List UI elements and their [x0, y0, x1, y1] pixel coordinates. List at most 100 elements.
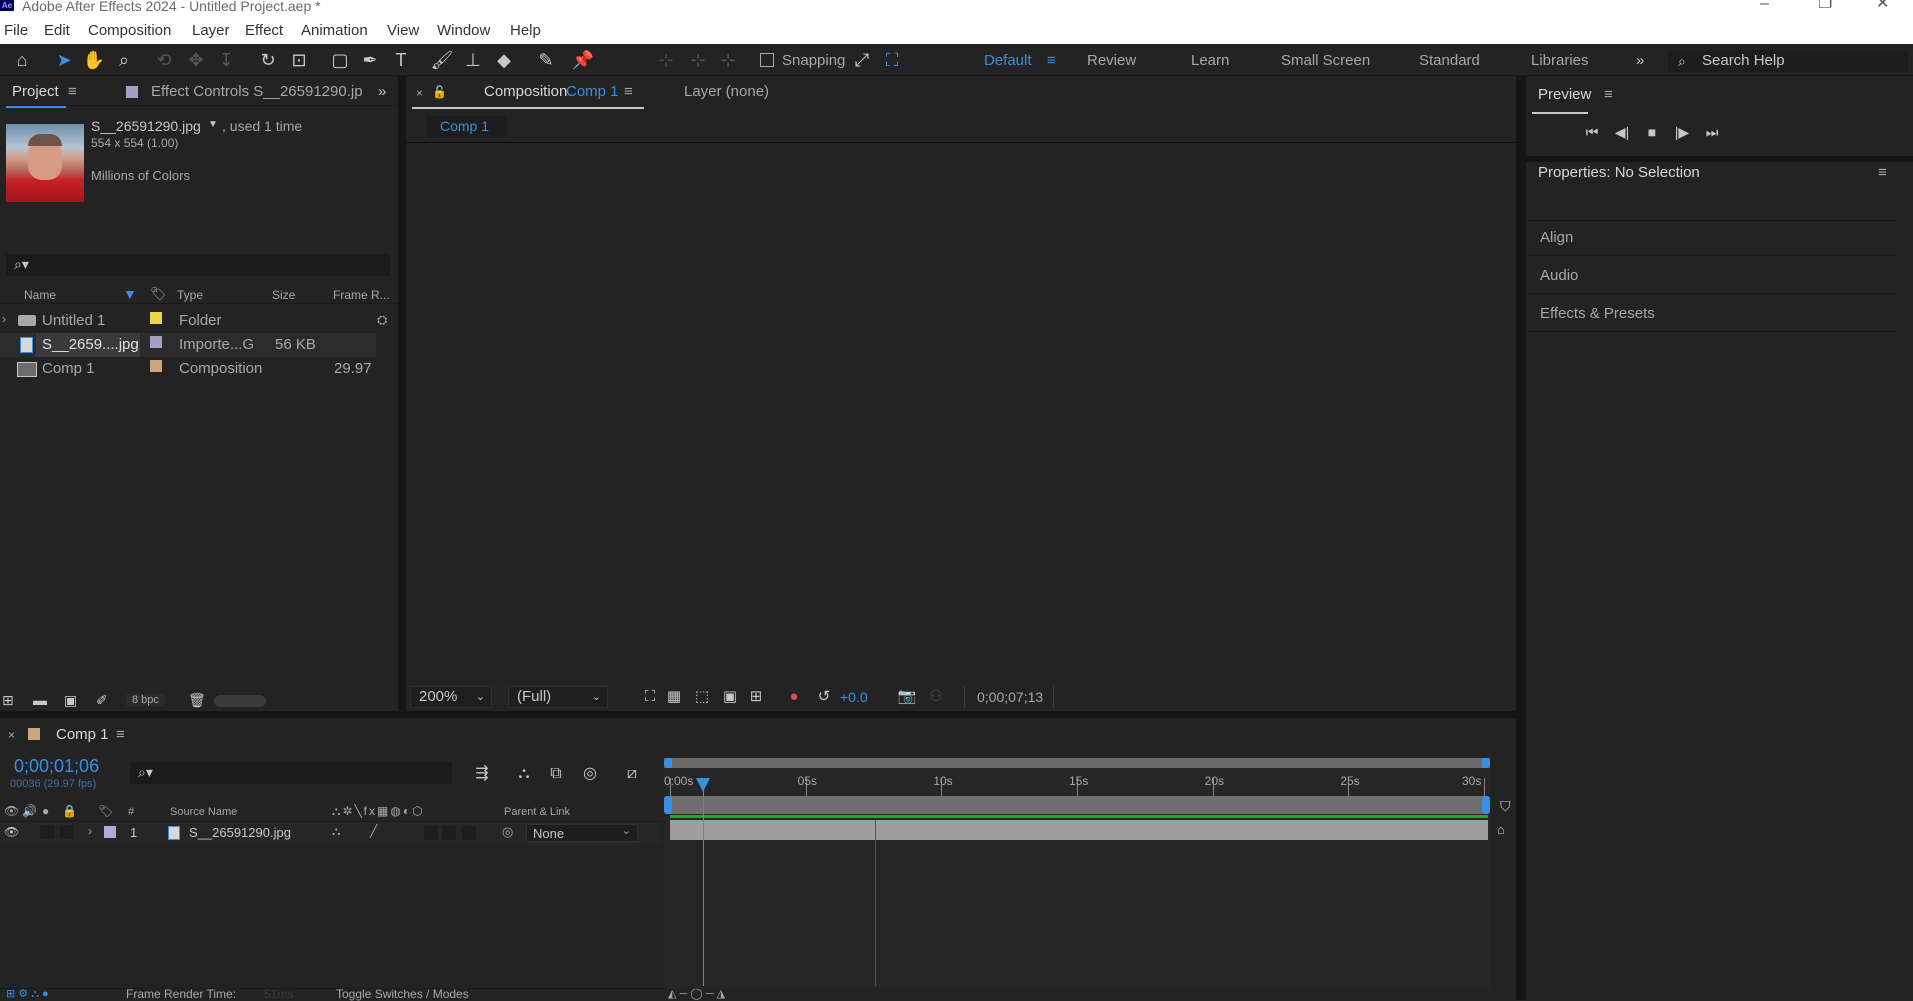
video-visibility-icon[interactable]: 👁	[4, 804, 19, 818]
sort-descending-icon[interactable]: ▼	[123, 286, 137, 302]
frame-blending-icon[interactable]: ◎	[578, 762, 602, 786]
solo-icon[interactable]: ●	[42, 804, 49, 818]
playhead-handle-icon[interactable]	[695, 778, 710, 792]
bit-depth-button[interactable]: 8 bpc	[126, 694, 165, 706]
panel-divider[interactable]	[0, 711, 1516, 718]
close-tab-icon[interactable]: ×	[8, 728, 15, 742]
tab-project[interactable]: Project	[12, 83, 59, 100]
snap-features-icon[interactable]: ⛶	[880, 48, 904, 72]
work-area-end-handle[interactable]	[1482, 796, 1490, 814]
layer-lock-marker-icon[interactable]: ⌂	[1497, 822, 1505, 837]
rectangle-tool-icon[interactable]: ▢	[328, 48, 352, 72]
align-panel-header[interactable]: Align	[1526, 220, 1898, 256]
region-of-interest-icon[interactable]: ▣	[718, 685, 742, 709]
label-color-swatch[interactable]	[150, 360, 162, 372]
menu-view[interactable]: View	[387, 22, 419, 39]
panel-divider[interactable]	[1516, 76, 1526, 1000]
motion-blur-toggle[interactable]	[424, 826, 438, 840]
label-color-swatch[interactable]	[150, 312, 162, 324]
restore-icon[interactable]: ❐	[1818, 0, 1832, 12]
more-panels-icon[interactable]: »	[378, 83, 386, 100]
first-frame-icon[interactable]: ⏮	[1580, 120, 1604, 144]
column-name[interactable]: Name	[24, 288, 56, 302]
composition-mini-flowchart-icon[interactable]: ⇶	[470, 762, 494, 786]
lock-icon[interactable]: 🔒	[62, 804, 77, 818]
stop-icon[interactable]: ■	[1640, 120, 1664, 144]
current-time-indicator[interactable]	[695, 778, 710, 986]
show-snapshot-icon[interactable]: ⚇	[924, 685, 948, 709]
footage-dropdown-icon[interactable]: ▼	[208, 119, 218, 130]
roto-brush-tool-icon[interactable]: ✎	[534, 48, 558, 72]
graph-editor-icon[interactable]: ⧄	[620, 762, 644, 786]
tab-composition-name[interactable]: Comp 1	[566, 83, 619, 100]
lock-toggle[interactable]	[60, 825, 74, 839]
expand-chevron-icon[interactable]: ›	[88, 824, 92, 838]
shy-switch-icon[interactable]: ⛬	[332, 824, 340, 839]
project-panel-menu-icon[interactable]: ≡	[68, 83, 77, 100]
effects-presets-panel-header[interactable]: Effects & Presets	[1526, 296, 1898, 332]
snapping-checkbox[interactable]	[760, 53, 774, 67]
comp-navigator-tab[interactable]: Comp 1	[426, 116, 506, 138]
thumbnail-slider[interactable]	[214, 695, 266, 707]
fast-previews-icon[interactable]: ⛶	[638, 685, 662, 709]
menu-animation[interactable]: Animation	[301, 22, 368, 39]
project-item-footage[interactable]: S__2659....jpg Importe...G 56 KB	[0, 333, 376, 357]
label-color-swatch[interactable]	[150, 336, 162, 348]
menu-effect[interactable]: Effect	[245, 22, 283, 39]
eraser-tool-icon[interactable]: ◆	[492, 48, 516, 72]
timeline-layer-row[interactable]: 👁 › 1 S__26591290.jpg ⛬ ╱ ◎ None ⌄	[0, 822, 660, 844]
layer-name[interactable]: S__26591290.jpg	[189, 825, 291, 840]
column-type[interactable]: Type	[177, 288, 203, 302]
panel-divider[interactable]	[398, 76, 406, 718]
adjustment-toggle[interactable]	[442, 826, 456, 840]
column-size[interactable]: Size	[272, 288, 295, 302]
minimize-icon[interactable]: –	[1760, 0, 1769, 12]
exposure-value[interactable]: +0.0	[840, 689, 868, 705]
solo-toggle[interactable]	[40, 825, 54, 839]
preview-title[interactable]: Preview	[1538, 86, 1591, 103]
search-help-field[interactable]: ⌕ Search Help	[1668, 50, 1908, 72]
properties-title[interactable]: Properties: No Selection	[1538, 164, 1700, 181]
project-item-composition[interactable]: Comp 1 Composition 29.97	[0, 357, 396, 381]
label-tag-icon[interactable]: 🏷	[150, 286, 167, 302]
menu-help[interactable]: Help	[510, 22, 541, 39]
align-local-axis-icon[interactable]: ⊹	[654, 48, 678, 72]
more-workspaces-icon[interactable]: »	[1636, 52, 1644, 69]
column-parent-link[interactable]: Parent & Link	[504, 806, 570, 818]
comp-marker-bin-icon[interactable]: ⛉	[1500, 798, 1511, 815]
quality-switch-icon[interactable]: ╱	[370, 824, 377, 838]
work-area-bar[interactable]	[664, 796, 1490, 814]
properties-menu-icon[interactable]: ≡	[1878, 164, 1887, 181]
last-frame-icon[interactable]: ⏭	[1700, 120, 1724, 144]
snap-options-icon[interactable]: ⤢	[850, 48, 874, 72]
workspace-learn[interactable]: Learn	[1191, 52, 1229, 69]
close-tab-icon[interactable]: ×	[416, 86, 423, 100]
pen-tool-icon[interactable]: ✒	[358, 48, 382, 72]
workspace-review[interactable]: Review	[1087, 52, 1136, 69]
hand-tool-icon[interactable]: ✋	[82, 48, 106, 72]
expand-chevron-icon[interactable]: ›	[2, 312, 6, 326]
interpret-footage-icon[interactable]: ⊞	[2, 692, 14, 709]
brush-tool-icon[interactable]: 🖌	[430, 48, 454, 72]
menu-window[interactable]: Window	[437, 22, 490, 39]
orbit-camera-icon[interactable]: ⟲	[152, 48, 176, 72]
zoom-dropdown[interactable]: 200% ⌄	[410, 686, 492, 708]
clone-stamp-tool-icon[interactable]: ⊥	[461, 48, 485, 72]
audio-icon[interactable]: 🔊	[22, 804, 37, 818]
puppet-pin-tool-icon[interactable]: 📌	[571, 48, 595, 72]
shy-layers-icon[interactable]: ⧉	[544, 762, 568, 786]
grid-guides-icon[interactable]: ⊞	[744, 685, 768, 709]
column-source-name[interactable]: Source Name	[170, 806, 237, 818]
dolly-camera-icon[interactable]: ↧	[214, 48, 238, 72]
tab-layer[interactable]: Layer (none)	[684, 83, 769, 100]
type-tool-icon[interactable]: T	[389, 48, 413, 72]
toggle-switches-modes[interactable]: Toggle Switches / Modes	[336, 987, 469, 1001]
snapshot-camera-icon[interactable]: 📷	[895, 685, 919, 709]
selection-tool-icon[interactable]: ➤	[52, 48, 76, 72]
next-frame-icon[interactable]: |▶	[1670, 120, 1694, 144]
align-world-axis-icon[interactable]: ⊹	[686, 48, 710, 72]
new-folder-icon[interactable]: ▬	[33, 692, 47, 708]
comp-timecode-field[interactable]: 0;00;07;13	[964, 686, 1054, 708]
flowchart-icon[interactable]: ⛭	[377, 312, 387, 328]
time-ruler[interactable]: 0:00s 05s 10s 15s 20s 25s 30s	[664, 760, 1490, 798]
